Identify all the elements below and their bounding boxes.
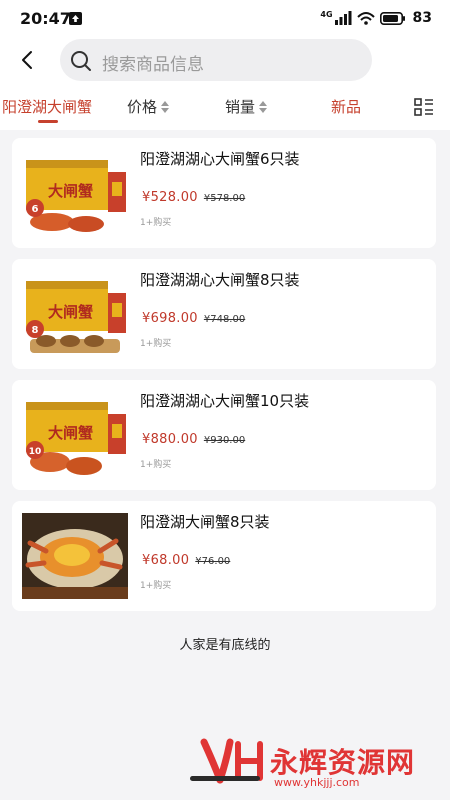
product-price: ¥698.00	[142, 311, 198, 326]
count-badge: 10	[29, 447, 42, 457]
watermark-text: 永辉资源网	[270, 746, 416, 779]
price-row: ¥880.00 ¥930.00	[142, 432, 245, 447]
product-card[interactable]: 阳澄湖大闸蟹8只装 ¥68.00 ¥76.00 1+购买	[12, 501, 436, 611]
product-image	[22, 513, 128, 599]
product-title: 阳澄湖湖心大闸蟹6只装	[140, 150, 300, 168]
upload-icon	[69, 12, 82, 25]
status-bar: 20:47 4G 83	[0, 0, 450, 36]
filter-bar: 阳澄湖大闸蟹 价格 销量 新品	[0, 84, 450, 130]
search-input[interactable]: 搜索商品信息	[60, 39, 372, 81]
filter-keyword[interactable]: 阳澄湖大闸蟹	[2, 96, 92, 117]
count-badge: 8	[32, 325, 39, 336]
count-badge: 6	[32, 204, 39, 215]
network-type: 4G	[320, 10, 333, 19]
original-price: ¥748.00	[203, 314, 246, 325]
battery-icon	[379, 11, 405, 25]
product-title: 阳澄湖大闸蟹8只装	[140, 513, 270, 531]
price-row: ¥68.00 ¥76.00	[142, 553, 230, 568]
sort-icon	[259, 100, 268, 113]
product-image: 大闸蟹 10	[22, 392, 128, 478]
filter-sales-label: 销量	[225, 98, 256, 116]
product-title: 阳澄湖湖心大闸蟹10只装	[140, 392, 310, 410]
product-title: 阳澄湖湖心大闸蟹8只装	[140, 271, 300, 289]
signal-icon	[334, 11, 352, 25]
original-price: ¥578.00	[203, 193, 246, 204]
search-header: 搜索商品信息	[0, 36, 450, 84]
filter-price[interactable]: 价格	[127, 96, 170, 117]
product-image: 大闸蟹 8	[22, 271, 128, 357]
end-of-list-note: 人家是有底线的	[179, 638, 271, 653]
filter-new[interactable]: 新品	[331, 96, 361, 117]
back-icon[interactable]	[16, 48, 40, 72]
search-icon	[71, 51, 91, 71]
filter-price-label: 价格	[127, 98, 158, 116]
watermark-url: www.yhkjjj.com	[274, 776, 360, 789]
price-row: ¥528.00 ¥578.00	[142, 190, 245, 205]
active-filter-underline	[38, 120, 58, 123]
product-price: ¥528.00	[142, 190, 198, 205]
original-price: ¥76.00	[195, 556, 231, 567]
wifi-icon	[356, 12, 375, 25]
product-price: ¥68.00	[142, 553, 190, 568]
filter-sales[interactable]: 销量	[225, 96, 268, 117]
home-indicator[interactable]	[190, 776, 260, 781]
product-image: 大闸蟹 6	[22, 150, 128, 236]
product-card[interactable]: 大闸蟹 8 阳澄湖湖心大闸蟹8只装 ¥698.00 ¥748.00 1+购买	[12, 259, 436, 369]
layout-toggle-icon[interactable]	[414, 98, 434, 116]
status-icons: 4G 83	[320, 10, 432, 26]
box-brand-text: 大闸蟹	[48, 424, 93, 442]
product-card[interactable]: 大闸蟹 10 阳澄湖湖心大闸蟹10只装 ¥880.00 ¥930.00 1+购买	[12, 380, 436, 490]
sold-count: 1+购买	[140, 581, 172, 591]
status-time: 20:47	[20, 9, 71, 28]
sold-count: 1+购买	[140, 460, 172, 470]
product-price: ¥880.00	[142, 432, 198, 447]
original-price: ¥930.00	[203, 435, 246, 446]
sold-count: 1+购买	[140, 218, 172, 228]
sold-count: 1+购买	[140, 339, 172, 349]
search-placeholder: 搜索商品信息	[102, 55, 204, 75]
box-brand-text: 大闸蟹	[48, 303, 93, 321]
sort-icon	[161, 100, 170, 113]
box-brand-text: 大闸蟹	[48, 182, 93, 200]
price-row: ¥698.00 ¥748.00	[142, 311, 245, 326]
back-button[interactable]	[16, 48, 40, 72]
product-card[interactable]: 大闸蟹 6 阳澄湖湖心大闸蟹6只装 ¥528.00 ¥578.00 1+购买	[12, 138, 436, 248]
battery-level: 83	[412, 10, 432, 26]
